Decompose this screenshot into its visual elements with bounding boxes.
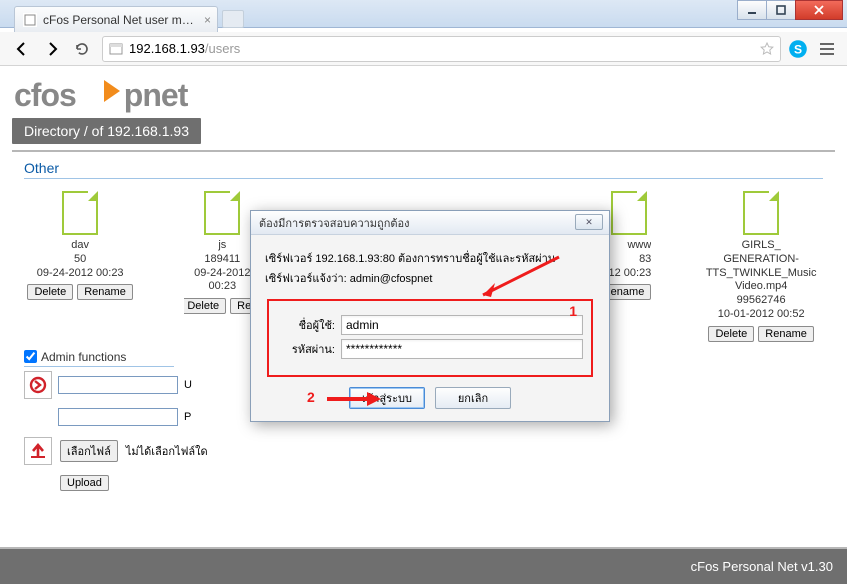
url-host: 192.168.1.93 <box>129 41 205 56</box>
annotation-arrow-2 <box>323 389 383 409</box>
nav-reload[interactable] <box>68 36 96 62</box>
svg-text:S: S <box>794 42 802 56</box>
address-bar[interactable]: 192.168.1.93/users <box>102 36 781 62</box>
upload-button[interactable]: Upload <box>60 475 109 491</box>
auth-dialog-title: ต้องมีการตรวจสอบความถูกต้อง <box>259 214 410 232</box>
upload-row: เลือกไฟล์ ไม่ได้เลือกไฟล์ใด <box>24 437 823 465</box>
browser-menu-icon[interactable] <box>815 37 839 61</box>
logo-arrow-icon <box>80 76 120 109</box>
logo: cfos pnet <box>0 66 847 118</box>
delete-button[interactable]: Delete <box>708 326 754 342</box>
file-size: 99562746 <box>699 294 823 308</box>
auth-dialog-titlebar[interactable]: ต้องมีการตรวจสอบความถูกต้อง ✕ <box>251 211 609 235</box>
site-icon <box>109 42 123 56</box>
window-controls <box>738 0 843 20</box>
password-label: รหัสผ่าน: <box>277 340 335 358</box>
rename-button[interactable]: Rename <box>77 284 133 300</box>
file-size: 50 <box>24 253 136 267</box>
file-item[interactable]: GIRLS_ GENERATION- TTS_TWINKLE_Music Vid… <box>699 191 823 342</box>
file-icon <box>204 191 240 235</box>
nav-forward[interactable] <box>38 36 66 62</box>
file-size: 189411 <box>184 253 260 267</box>
auth-dialog-close[interactable]: ✕ <box>575 214 603 230</box>
upload-submit-row: Upload <box>24 469 823 497</box>
page-footer: cFos Personal Net v1.30 <box>0 547 847 584</box>
browser-tabstrip: cFos Personal Net user man × <box>8 6 727 32</box>
skype-extension-icon[interactable]: S <box>787 38 809 60</box>
username-input[interactable] <box>341 315 583 335</box>
no-file-label: ไม่ได้เลือกไฟล์ใด <box>126 442 208 460</box>
file-date: 09-24-2012 00:23 <box>184 267 260 295</box>
file-name: js <box>184 239 260 253</box>
upload-icon[interactable] <box>24 437 52 465</box>
new-tab-button[interactable] <box>222 10 244 28</box>
nav-back[interactable] <box>8 36 36 62</box>
auth-dialog: ต้องมีการตรวจสอบความถูกต้อง ✕ เซิร์ฟเวอร… <box>250 210 610 422</box>
annotation-box-1: 1 ชื่อผู้ใช้: รหัสผ่าน: <box>267 299 593 377</box>
browser-toolbar: 192.168.1.93/users S <box>0 32 847 66</box>
file-date: 09-24-2012 00:23 <box>24 267 136 281</box>
admin-functions-toggle[interactable]: Admin functions <box>24 350 174 367</box>
admin-checkbox[interactable] <box>24 350 37 363</box>
file-name: dav <box>24 239 136 253</box>
logo-left: cfos <box>14 77 76 114</box>
window-maximize[interactable] <box>766 0 796 20</box>
cancel-button[interactable]: ยกเลิก <box>435 387 511 409</box>
auth-dialog-buttons: 2 เข้าสู่ระบบ ยกเลิก <box>265 387 595 409</box>
browser-tab[interactable]: cFos Personal Net user man × <box>14 6 218 32</box>
file-item[interactable]: js 189411 09-24-2012 00:23 DeleteRen <box>184 191 260 342</box>
file-date: 10-01-2012 00:52 <box>699 308 823 322</box>
section-other: Other <box>24 160 823 179</box>
admin-label: Admin functions <box>41 350 126 364</box>
annotation-number-2: 2 <box>307 389 315 405</box>
admin-input-2[interactable] <box>58 408 178 426</box>
file-name: GIRLS_ GENERATION- TTS_TWINKLE_Music Vid… <box>699 239 823 294</box>
annotation-number-1: 1 <box>569 303 577 319</box>
file-item[interactable]: dav 50 09-24-2012 00:23 DeleteRename <box>24 191 136 342</box>
tab-favicon <box>23 13 37 27</box>
choose-file-button[interactable]: เลือกไฟล์ <box>60 440 118 462</box>
username-label: ชื่อผู้ใช้: <box>277 316 335 334</box>
admin-input-1[interactable] <box>58 376 178 394</box>
annotation-arrow-1 <box>471 253 571 303</box>
admin-field1-label: U <box>184 379 192 391</box>
divider <box>12 150 835 152</box>
admin-icon-1[interactable] <box>24 371 52 399</box>
password-input[interactable] <box>341 339 583 359</box>
tab-title: cFos Personal Net user man <box>43 13 195 27</box>
url-path: /users <box>205 41 240 56</box>
delete-button[interactable]: Delete <box>184 298 226 314</box>
file-icon <box>743 191 779 235</box>
delete-button[interactable]: Delete <box>27 284 73 300</box>
logo-right: pnet <box>124 77 188 114</box>
file-icon <box>611 191 647 235</box>
window-minimize[interactable] <box>737 0 767 20</box>
tab-close-icon[interactable]: × <box>204 13 211 27</box>
admin-field2-label: P <box>184 411 191 423</box>
bookmark-star-icon[interactable] <box>760 42 774 56</box>
file-icon <box>62 191 98 235</box>
rename-button[interactable]: Rename <box>758 326 814 342</box>
window-close[interactable] <box>795 0 843 20</box>
breadcrumb: Directory / of 192.168.1.93 <box>12 118 201 144</box>
